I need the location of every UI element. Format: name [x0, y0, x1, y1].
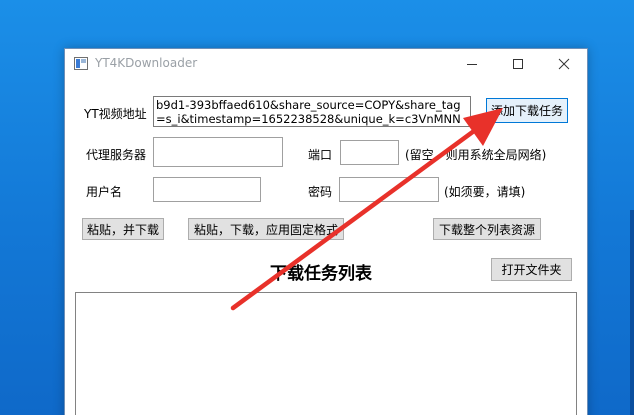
password-hint: (如须要，请填)	[444, 185, 526, 199]
minimize-button[interactable]	[449, 49, 495, 79]
url-label: YT视频地址	[84, 107, 147, 121]
username-label: 用户名	[86, 185, 123, 199]
download-playlist-button[interactable]: 下载整个列表资源	[433, 218, 541, 240]
paste-download-button[interactable]: 粘贴，并下载	[82, 218, 164, 240]
minimize-icon	[467, 64, 477, 65]
port-input[interactable]	[340, 140, 399, 165]
proxy-label: 代理服务器	[86, 148, 147, 162]
app-window: YT4KDownloader YT视频地址 b9d1-393bffaed610&…	[64, 48, 588, 415]
desktop-background: YT4KDownloader YT视频地址 b9d1-393bffaed610&…	[0, 0, 634, 415]
app-window-icon	[74, 57, 88, 70]
task-list-title: 下载任务列表	[270, 264, 372, 284]
task-list[interactable]	[75, 292, 577, 415]
url-input[interactable]: b9d1-393bffaed610&share_source=COPY&shar…	[153, 96, 471, 127]
maximize-icon	[513, 59, 523, 69]
window-title: YT4KDownloader	[95, 56, 198, 70]
password-label: 密码	[308, 185, 333, 199]
password-input[interactable]	[339, 177, 439, 202]
url-input-line-1: b9d1-393bffaed610&share_source=COPY&shar…	[156, 98, 461, 112]
username-input[interactable]	[153, 177, 261, 202]
close-icon	[558, 58, 570, 70]
proxy-input[interactable]	[153, 137, 283, 167]
paste-download-format-button[interactable]: 粘贴，下载，应用固定格式	[188, 218, 344, 240]
port-label: 端口	[308, 148, 333, 162]
title-bar[interactable]: YT4KDownloader	[65, 49, 587, 79]
close-button[interactable]	[541, 49, 587, 79]
maximize-button[interactable]	[495, 49, 541, 79]
port-hint: (留空，则用系统全局网络)	[405, 148, 547, 162]
add-task-button[interactable]: 添加下载任务	[486, 98, 568, 123]
url-input-line-2: =s_i&timestamp=1652238528&unique_k=c3VnM…	[156, 112, 461, 126]
desktop-edge	[630, 210, 634, 415]
open-folder-button[interactable]: 打开文件夹	[491, 258, 572, 281]
